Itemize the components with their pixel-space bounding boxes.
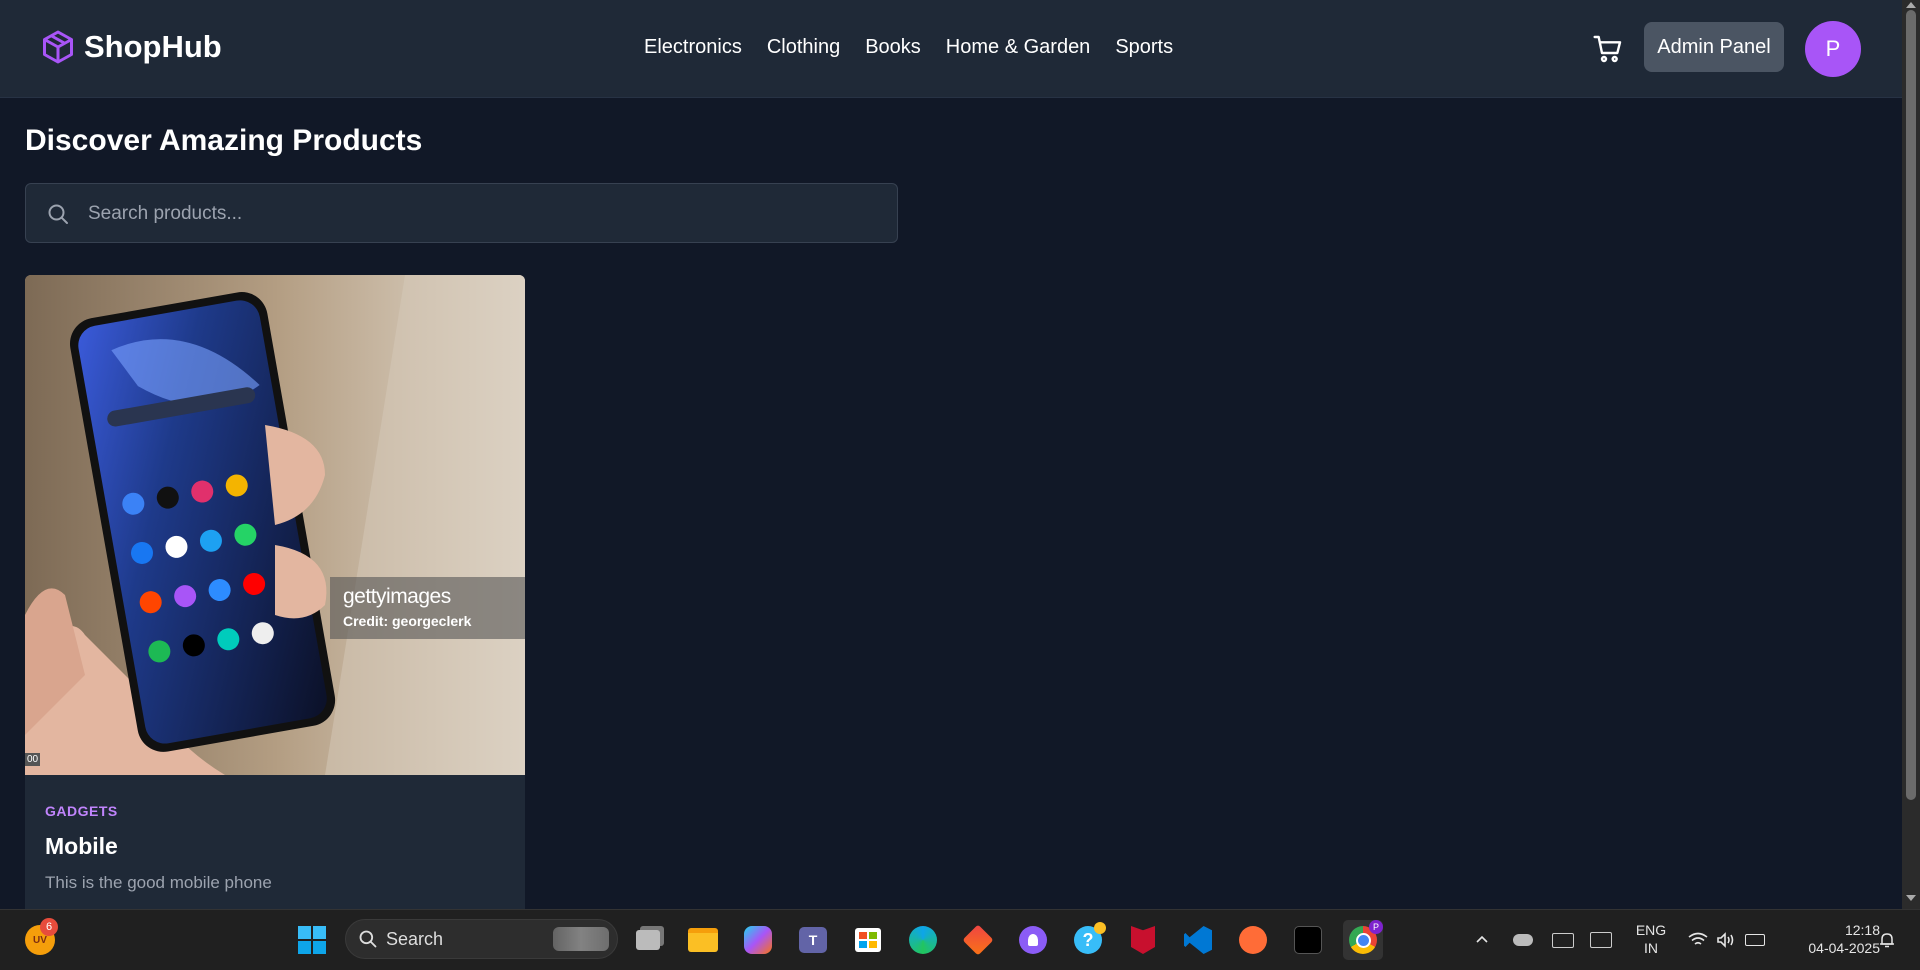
- onedrive-icon[interactable]: [1510, 910, 1536, 970]
- product-category: GADGETS: [45, 803, 118, 819]
- postman-icon[interactable]: [1233, 920, 1273, 960]
- product-name[interactable]: Mobile: [45, 833, 118, 860]
- user-avatar[interactable]: P: [1805, 21, 1861, 77]
- search-icon: [359, 930, 377, 948]
- chrome-icon[interactable]: P: [1343, 920, 1383, 960]
- widget-text: UV: [33, 934, 47, 946]
- search-input[interactable]: [86, 184, 870, 244]
- product-card[interactable]: gettyimages Credit: georgeclerk 00 GADGE…: [25, 275, 525, 909]
- product-description: This is the good mobile phone: [45, 873, 272, 892]
- windows-logo-icon: [298, 926, 326, 954]
- windows-taskbar: UV 6 Search T ? P ENG IN 12:18 04-04-202…: [0, 909, 1920, 970]
- file-explorer-icon[interactable]: [683, 920, 723, 960]
- taskbar-search[interactable]: Search: [345, 919, 618, 959]
- watermark-credit: Credit: georgeclerk: [343, 613, 472, 629]
- scrollbar-thumb[interactable]: [1906, 10, 1916, 800]
- cart-icon[interactable]: [1592, 33, 1624, 65]
- app-dark-box-icon[interactable]: [1288, 920, 1328, 960]
- edge-icon[interactable]: [903, 920, 943, 960]
- nav-clothing[interactable]: Clothing: [767, 36, 840, 59]
- nav-sports[interactable]: Sports: [1115, 36, 1173, 59]
- chevron-up-icon: [1476, 935, 1488, 943]
- page-scrollbar[interactable]: [1902, 0, 1920, 909]
- show-hidden-icons[interactable]: [1470, 910, 1494, 970]
- nav-electronics[interactable]: Electronics: [644, 36, 742, 59]
- chrome-profile-badge: P: [1369, 920, 1383, 934]
- notifications-icon[interactable]: [1874, 910, 1900, 970]
- product-search[interactable]: [25, 183, 898, 244]
- start-button[interactable]: [292, 920, 332, 960]
- teams-icon[interactable]: T: [793, 920, 833, 960]
- search-highlight-icon: [553, 927, 609, 951]
- help-app-icon[interactable]: ?: [1068, 920, 1108, 960]
- system-clock[interactable]: 12:18 04-04-2025: [1780, 921, 1880, 957]
- vscode-icon[interactable]: [1178, 920, 1218, 960]
- brand-logo[interactable]: ShopHub: [40, 28, 222, 66]
- mcafee-icon[interactable]: [1123, 920, 1163, 960]
- page-title: Discover Amazing Products: [25, 124, 423, 157]
- app-notification-dot: [1094, 922, 1106, 934]
- language-region: IN: [1644, 940, 1658, 956]
- phone-photo: [25, 275, 525, 775]
- microsoft-store-icon[interactable]: [848, 920, 888, 960]
- app-red-diamond-icon[interactable]: [958, 920, 998, 960]
- brand-name: ShopHub: [84, 29, 222, 64]
- admin-panel-button[interactable]: Admin Panel: [1644, 22, 1784, 72]
- app-purple-icon[interactable]: [1013, 920, 1053, 960]
- task-view-icon[interactable]: [628, 920, 668, 960]
- battery-icon[interactable]: [1741, 910, 1769, 970]
- watermark-brand: gettyimages: [343, 585, 451, 608]
- scroll-up-icon[interactable]: [1906, 2, 1916, 8]
- keyboard-icon[interactable]: [1550, 910, 1576, 970]
- cube-icon: [43, 30, 73, 64]
- widgets-button[interactable]: UV 6: [20, 918, 60, 960]
- nav-home-garden[interactable]: Home & Garden: [946, 36, 1091, 59]
- language-code: ENG: [1635, 922, 1667, 938]
- wifi-icon[interactable]: [1685, 910, 1711, 970]
- search-icon: [48, 204, 68, 224]
- top-navbar: ShopHub Electronics Clothing Books Home …: [0, 0, 1902, 98]
- language-indicator[interactable]: ENG IN: [1628, 921, 1674, 957]
- touchpad-icon[interactable]: [1588, 910, 1614, 970]
- clock-time: 12:18: [1844, 922, 1880, 938]
- taskbar-search-label: Search: [386, 928, 444, 949]
- volume-icon[interactable]: [1713, 910, 1739, 970]
- notification-badge: 6: [40, 918, 58, 936]
- clock-date: 04-04-2025: [1808, 940, 1880, 956]
- image-corner-label: 00: [25, 753, 41, 766]
- nav-books[interactable]: Books: [865, 36, 921, 59]
- product-image: gettyimages Credit: georgeclerk 00: [25, 275, 525, 775]
- category-nav: Electronics Clothing Books Home & Garden…: [644, 36, 1173, 59]
- copilot-icon[interactable]: [738, 920, 778, 960]
- scroll-down-icon[interactable]: [1906, 895, 1916, 901]
